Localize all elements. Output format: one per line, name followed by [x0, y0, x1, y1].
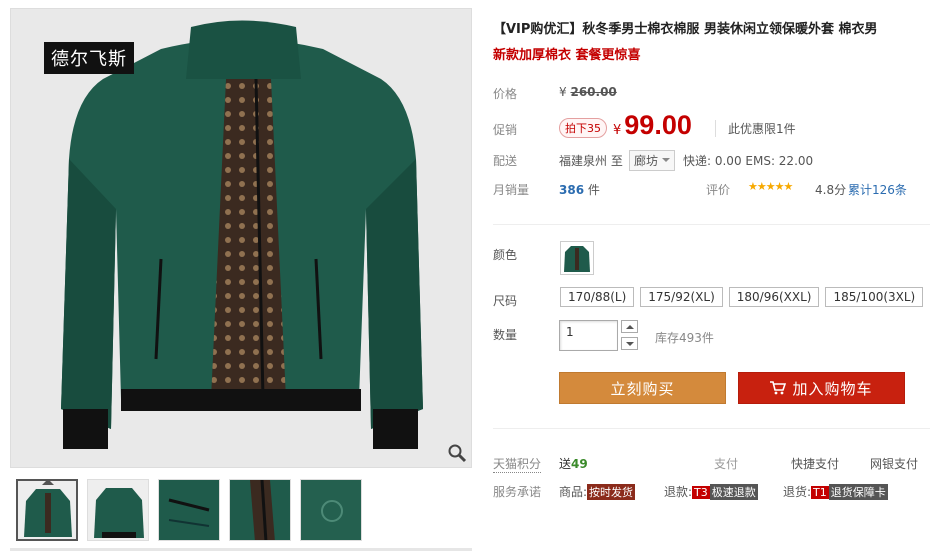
- main-product-image[interactable]: 德尔飞斯: [10, 8, 472, 468]
- thumbnail-image: [230, 480, 290, 540]
- service-label: 服务承诺: [493, 485, 542, 499]
- promo-price: ¥99.00: [613, 110, 692, 141]
- quantity-increase-button[interactable]: [621, 320, 638, 333]
- destination-value: 廊坊: [634, 154, 659, 168]
- size-label: 尺码: [493, 294, 518, 308]
- thumbnail-4[interactable]: [229, 479, 291, 541]
- gallery-bottom-bar: [10, 548, 472, 551]
- thumbnail-image: [18, 481, 76, 539]
- ship-origin: 福建泉州: [559, 154, 608, 168]
- size-option[interactable]: 180/96(XXL): [728, 287, 820, 307]
- chevron-down-icon: [662, 157, 671, 166]
- return-tag: 退货保障卡: [828, 484, 888, 500]
- quantity-decrease-button[interactable]: [621, 337, 638, 350]
- thumbnail-strip: [16, 479, 362, 541]
- cart-icon: [770, 381, 787, 395]
- size-option[interactable]: 170/88(L): [560, 287, 635, 307]
- monthly-sales: 386 件: [559, 181, 600, 198]
- size-options: 170/88(L) 175/92(XL) 180/96(XXL) 185/100…: [560, 287, 924, 307]
- size-option[interactable]: 185/100(3XL): [825, 287, 924, 307]
- service-return[interactable]: 退货: T1 退货保障卡: [783, 483, 888, 500]
- buy-now-label: 立刻购买: [610, 379, 675, 398]
- sales-label: 月销量: [493, 183, 530, 197]
- stock-count: 库存493件: [655, 331, 714, 345]
- product-subtitle: 新款加厚棉衣 套餐更惊喜: [493, 48, 641, 63]
- color-label: 颜色: [493, 248, 518, 262]
- product-title: 【VIP购优汇】秋冬季男士棉衣棉服 男装休闲立领保暖外套 棉衣男: [493, 22, 878, 37]
- shipping-label: 配送: [493, 154, 518, 168]
- return-label: 退货:: [783, 485, 812, 499]
- thumbnail-3[interactable]: [158, 479, 220, 541]
- points-value: 送49: [559, 455, 588, 472]
- brand-tag: 德尔飞斯: [44, 42, 134, 74]
- refund-tag: 极速退款: [709, 484, 758, 500]
- payment-option: 网银支付: [870, 457, 919, 471]
- divider: [493, 428, 930, 429]
- chevron-down-icon: [625, 341, 634, 350]
- refund-code-badge: T3: [692, 486, 710, 499]
- quantity-label: 数量: [493, 328, 518, 342]
- original-price: ¥ 260.00: [559, 85, 617, 99]
- promo-label: 促销: [493, 123, 518, 137]
- payment-option: 支付: [714, 457, 739, 471]
- promo-note: 此优惠限1件: [715, 120, 796, 137]
- original-price-value: 260.00: [570, 85, 617, 99]
- promo-badge: 拍下35: [559, 118, 607, 138]
- points-number: 49: [571, 457, 588, 471]
- size-option[interactable]: 175/92(XL): [640, 287, 723, 307]
- thumbnail-image: [301, 480, 361, 540]
- refund-label: 退款:: [664, 485, 693, 499]
- promo-price-value: 99.00: [624, 110, 692, 140]
- return-code-badge: T1: [811, 486, 829, 499]
- points-label[interactable]: 天猫积分: [493, 455, 542, 473]
- rating-score: 4.8分: [815, 183, 847, 197]
- payment-option: 快捷支付: [791, 457, 840, 471]
- rating-stars-icon: ★★★★★: [748, 180, 793, 193]
- reviews-link[interactable]: 累计126条: [848, 181, 907, 198]
- destination-select[interactable]: 廊坊: [629, 150, 676, 171]
- service-refund[interactable]: 退款: T3 极速退款: [664, 483, 758, 500]
- thumbnail-1[interactable]: [16, 479, 78, 541]
- add-to-cart-button[interactable]: 加入购物车: [738, 372, 905, 404]
- thumbnail-image: [88, 480, 148, 540]
- thumbnail-image: [159, 480, 219, 540]
- divider: [493, 224, 930, 225]
- points-give: 送: [559, 457, 572, 471]
- jacket-thumbnail-icon: [564, 246, 590, 272]
- quantity-input[interactable]: 1: [559, 320, 618, 351]
- buy-now-button[interactable]: 立刻购买: [559, 372, 726, 404]
- goods-tag: 按时发货: [587, 484, 636, 500]
- jacket-illustration: [61, 20, 423, 449]
- monthly-sales-count: 386: [559, 183, 585, 197]
- monthly-sales-unit: 件: [587, 183, 600, 197]
- thumbnail-5[interactable]: [300, 479, 362, 541]
- ship-from: 福建泉州 至: [559, 152, 623, 169]
- rating-label: 评价: [706, 183, 731, 197]
- ship-to-word: 至: [610, 154, 623, 168]
- currency-symbol: ¥: [613, 123, 622, 138]
- color-swatch-green[interactable]: [560, 241, 594, 275]
- currency-symbol: ¥: [559, 85, 567, 99]
- add-to-cart-label: 加入购物车: [792, 379, 873, 398]
- price-label: 价格: [493, 87, 518, 101]
- service-goods[interactable]: 商品: 按时发货: [559, 483, 636, 500]
- goods-label: 商品:: [559, 485, 588, 499]
- zoom-icon[interactable]: [447, 443, 467, 463]
- chevron-up-icon: [625, 321, 634, 329]
- thumbnail-2[interactable]: [87, 479, 149, 541]
- shipping-cost: 快递: 0.00 EMS: 22.00: [683, 154, 814, 168]
